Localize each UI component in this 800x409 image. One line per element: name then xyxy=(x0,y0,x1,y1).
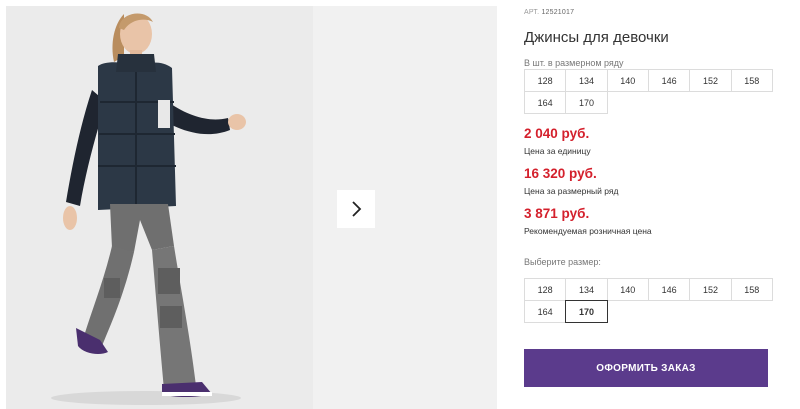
size-picker-caption: Выберите размер: xyxy=(524,257,601,267)
row-price: 16 320 руб. xyxy=(524,166,597,181)
unit-price-label: Цена за единицу xyxy=(524,146,591,156)
pack-caption: В шт. в размерном ряду xyxy=(524,58,624,68)
size-option[interactable]: 128 xyxy=(524,278,567,301)
retail-price: 3 871 руб. xyxy=(524,206,590,221)
unit-price: 2 040 руб. xyxy=(524,126,590,141)
pack-size-cell: 140 xyxy=(606,69,649,92)
chevron-right-icon xyxy=(352,201,362,217)
place-order-button[interactable]: ОФОРМИТЬ ЗАКАЗ xyxy=(524,349,768,387)
pack-size-cell: 152 xyxy=(689,69,732,92)
article-label: АРТ. xyxy=(524,9,540,16)
pack-size-cell: 164 xyxy=(524,91,567,114)
product-photo-illustration xyxy=(51,13,246,405)
pack-size-cell: 170 xyxy=(565,91,608,114)
article-code: 12521017 xyxy=(541,9,575,16)
size-option[interactable]: 140 xyxy=(606,278,649,301)
row-price-label: Цена за размерный ряд xyxy=(524,186,619,196)
size-option[interactable]: 134 xyxy=(565,278,608,301)
size-option[interactable]: 146 xyxy=(647,278,691,301)
pack-size-cell: 134 xyxy=(565,69,608,92)
pack-size-cell: 146 xyxy=(647,69,691,92)
retail-price-label: Рекомендуемая розничная цена xyxy=(524,226,652,236)
next-image-button[interactable] xyxy=(337,190,375,228)
product-photo xyxy=(6,6,313,409)
size-option[interactable]: 152 xyxy=(689,278,732,301)
product-title: Джинсы для девочки xyxy=(524,29,669,46)
article-number: АРТ. 12521017 xyxy=(524,9,574,16)
size-option[interactable]: 170 xyxy=(565,300,608,323)
size-option[interactable]: 164 xyxy=(524,300,567,323)
size-option[interactable]: 158 xyxy=(730,278,773,301)
pack-size-grid: 128 134 140 146 152 158 164 170 xyxy=(524,69,773,114)
size-picker-grid: 128 134 140 146 152 158 164 170 xyxy=(524,278,773,323)
pack-size-cell: 158 xyxy=(730,69,773,92)
pack-size-cell: 128 xyxy=(524,69,567,92)
